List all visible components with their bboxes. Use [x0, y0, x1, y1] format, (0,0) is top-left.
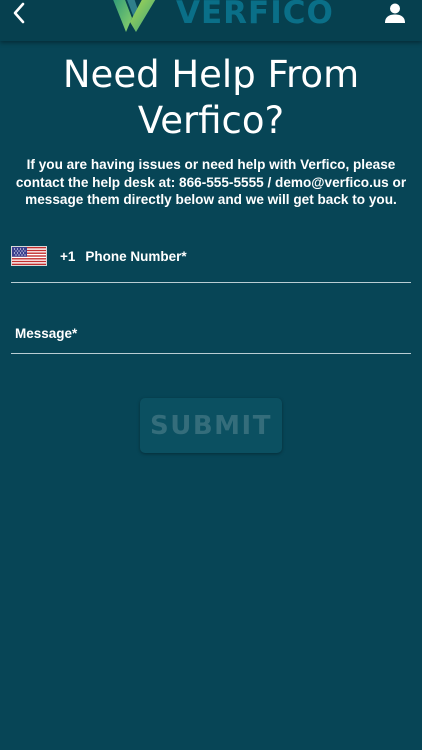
profile-button[interactable]: [384, 2, 406, 24]
logo-text: VERFICO: [176, 0, 334, 31]
back-button[interactable]: [6, 0, 32, 26]
submit-button[interactable]: SUBMIT: [140, 398, 282, 453]
us-flag-icon[interactable]: [11, 246, 47, 266]
country-code: +1: [60, 248, 76, 264]
submit-button-label: SUBMIT: [150, 410, 272, 441]
help-info-text: If you are having issues or need help wi…: [15, 157, 407, 207]
user-icon: [385, 3, 405, 23]
top-bar: VERFICO: [0, 0, 422, 41]
verfico-logo: VERFICO: [108, 0, 334, 34]
phone-field[interactable]: +1: [11, 240, 411, 283]
message-field[interactable]: [11, 316, 411, 354]
message-input[interactable]: [15, 326, 405, 344]
verfico-logo-mark-icon: [113, 0, 156, 32]
page-title: Need Help From Verfico?: [62, 53, 360, 142]
chevron-left-icon: [13, 2, 25, 24]
phone-number-input[interactable]: [85, 248, 386, 264]
